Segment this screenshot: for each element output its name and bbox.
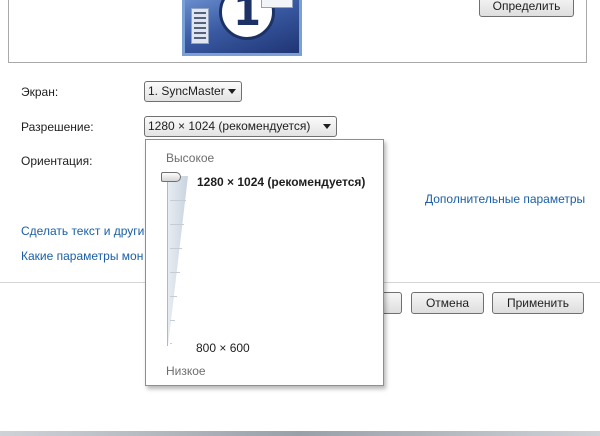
slider-tick — [170, 248, 182, 249]
slider-tick — [170, 296, 177, 297]
slider-tick — [170, 343, 172, 344]
text-size-link[interactable]: Сделать текст и другие — [21, 224, 151, 238]
advanced-settings-link[interactable]: Дополнительные параметры — [425, 192, 585, 206]
display-label: Экран: — [21, 85, 59, 99]
resolution-label: Разрешение: — [21, 120, 94, 134]
orientation-label: Ориентация: — [21, 154, 93, 168]
monitor-1-preview[interactable]: 1 — [182, 0, 302, 56]
resolution-dropdown-popup: Высокое 1280 × 1024 (рекомендуется) 800 … — [145, 139, 384, 386]
min-resolution-option[interactable]: 800 × 600 — [196, 341, 250, 355]
chevron-down-icon — [228, 89, 236, 94]
slider-tick — [170, 200, 186, 201]
cancel-button[interactable]: Отмена — [411, 292, 484, 314]
window-thumbnail-icon — [261, 0, 293, 8]
window-bottom-edge — [0, 431, 600, 436]
desktop-thumbnail-icon — [191, 8, 209, 44]
resolution-slider-thumb[interactable] — [161, 172, 181, 182]
which-settings-link[interactable]: Какие параметры мон — [21, 249, 143, 263]
slider-tick — [170, 224, 184, 225]
display-select-value: 1. SyncMaster — [148, 84, 225, 98]
current-resolution-option[interactable]: 1280 × 1024 (рекомендуется) — [197, 175, 365, 189]
high-caption: Высокое — [166, 151, 215, 165]
slider-tick — [170, 272, 180, 273]
resolution-select[interactable]: 1280 × 1024 (рекомендуется) — [144, 116, 337, 137]
slider-track-edge — [167, 176, 168, 346]
identify-button[interactable]: Определить — [479, 0, 574, 17]
slider-tick — [170, 320, 175, 321]
low-caption: Низкое — [166, 364, 206, 378]
chevron-down-icon — [323, 124, 331, 129]
apply-button[interactable]: Применить — [492, 292, 584, 314]
resolution-select-value: 1280 × 1024 (рекомендуется) — [148, 119, 311, 133]
display-select[interactable]: 1. SyncMaster — [144, 81, 242, 102]
